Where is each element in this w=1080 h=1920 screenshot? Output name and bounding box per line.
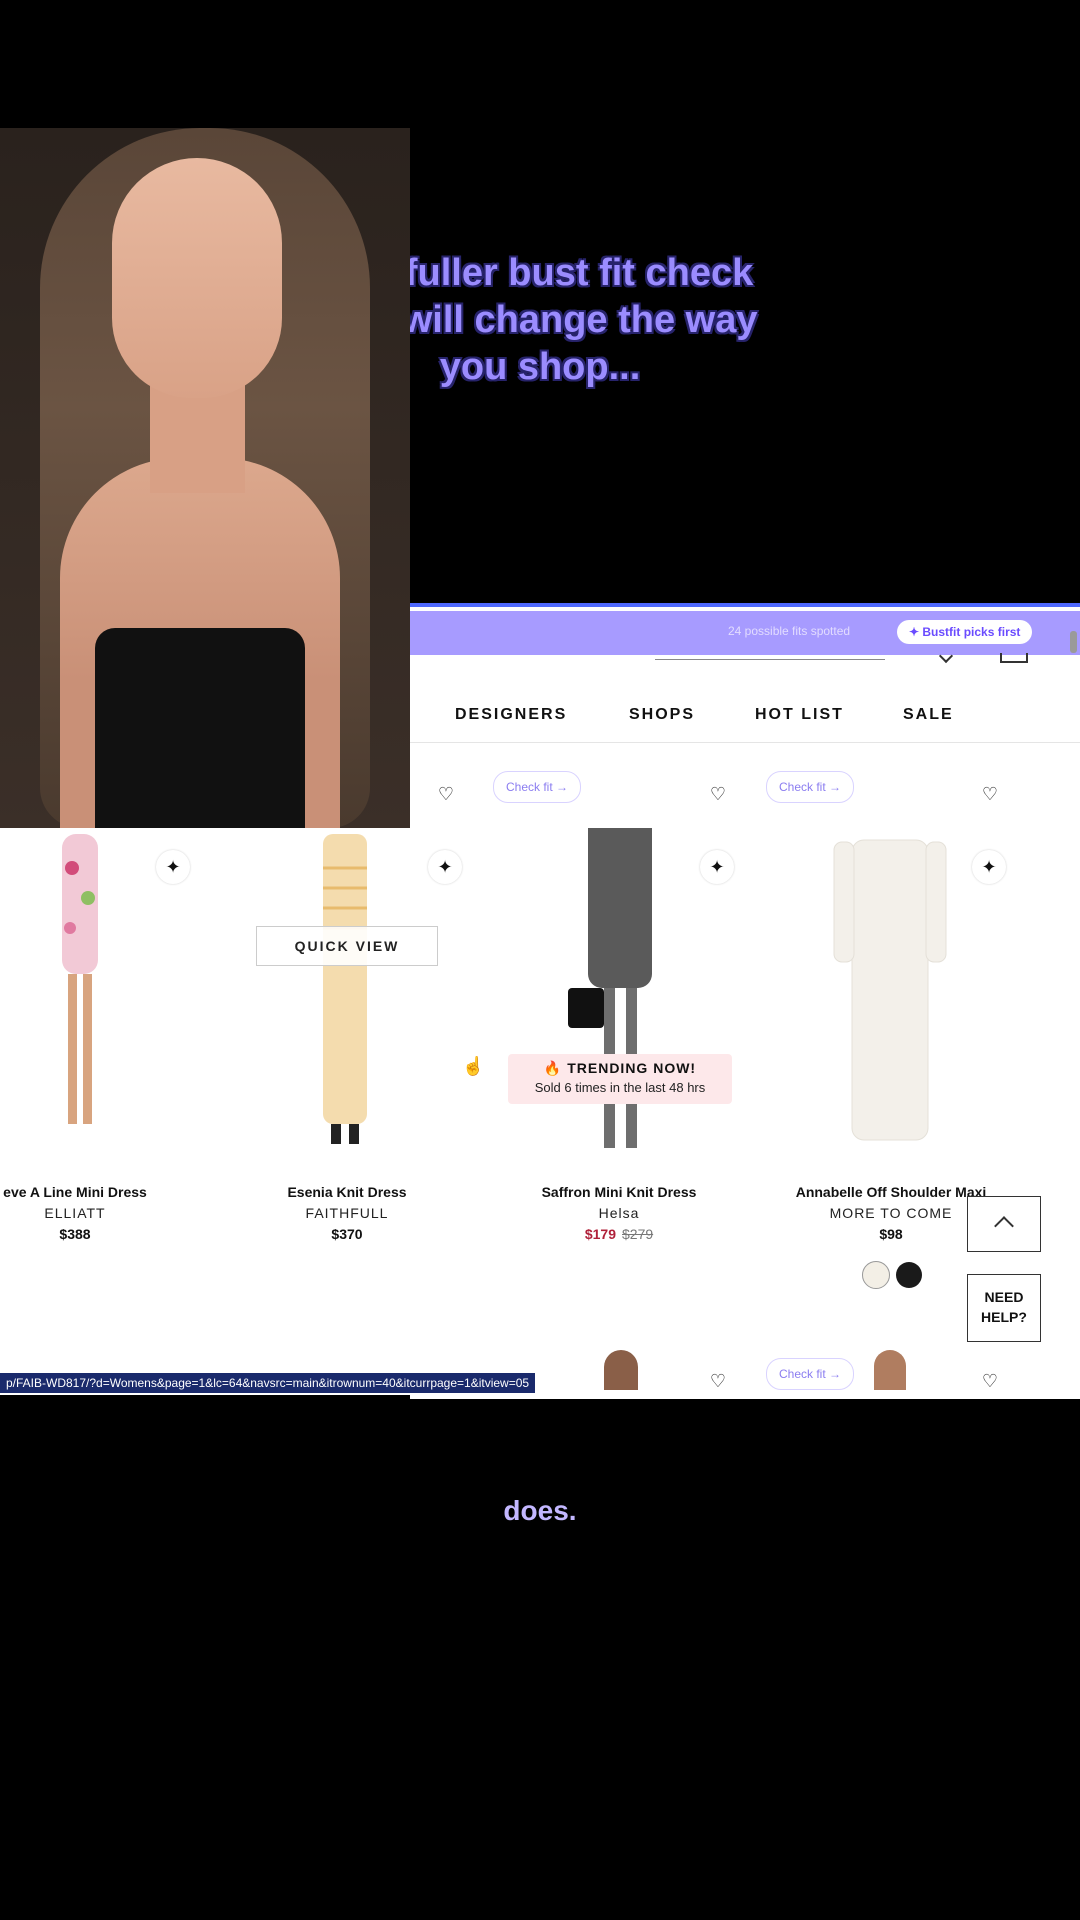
- product-image-2[interactable]: [295, 828, 395, 1163]
- presenter-video: [0, 128, 410, 828]
- wishlist-heart-icon[interactable]: ♡: [435, 783, 457, 805]
- product-brand-1: ELLIATT: [44, 1205, 106, 1221]
- back-to-top-button[interactable]: [967, 1196, 1041, 1252]
- need-help-line-1: NEED: [984, 1289, 1024, 1305]
- product-brand-3: Helsa: [598, 1205, 640, 1221]
- check-fit-button[interactable]: Check fit →: [493, 771, 582, 803]
- nav-hot-list[interactable]: HOT LIST: [755, 706, 844, 724]
- check-fit-button[interactable]: Check fit →: [766, 1358, 855, 1390]
- search-underline: [655, 659, 885, 660]
- nav-shops[interactable]: SHOPS: [629, 706, 695, 724]
- original-price: $279: [622, 1226, 654, 1242]
- wishlist-heart-icon[interactable]: ♡: [979, 783, 1001, 805]
- wishlist-heart-icon[interactable]: ♡: [707, 1370, 729, 1392]
- wishlist-heart-icon[interactable]: ♡: [707, 783, 729, 805]
- product-brand-2: FAITHFULL: [305, 1205, 389, 1221]
- product-name-1[interactable]: eve A Line Mini Dress: [0, 1184, 210, 1200]
- next-row-product-image[interactable]: [604, 1350, 638, 1390]
- product-price-2: $370: [331, 1226, 363, 1242]
- product-name-3[interactable]: Saffron Mini Knit Dress: [484, 1184, 754, 1200]
- bustfit-picks-button[interactable]: ✦ Bustfit picks first: [897, 620, 1033, 644]
- product-image-1[interactable]: [20, 828, 140, 1163]
- wishlist-heart-icon[interactable]: ♡: [979, 1370, 1001, 1392]
- trending-badge: 🔥 TRENDING NOW! Sold 6 times in the last…: [508, 1054, 732, 1104]
- need-help-button[interactable]: NEED HELP?: [967, 1274, 1041, 1342]
- hand-cursor-icon: ☝: [462, 1056, 485, 1076]
- product-image-4[interactable]: [830, 828, 950, 1163]
- next-row-product-image[interactable]: [874, 1350, 906, 1390]
- color-swatch-black[interactable]: [896, 1262, 922, 1288]
- caption-bottom: does.: [503, 1495, 577, 1526]
- color-swatch-ivory[interactable]: [862, 1261, 890, 1289]
- product-price-1: $388: [59, 1226, 91, 1242]
- quick-view-button[interactable]: QUICK VIEW: [256, 926, 438, 966]
- trending-title: 🔥 TRENDING NOW!: [543, 1060, 697, 1076]
- nav-designers[interactable]: DESIGNERS: [455, 706, 567, 724]
- presenter-face: [112, 158, 282, 398]
- product-price-3: $179 $279: [484, 1226, 754, 1242]
- product-grid: ✦ ✦ ✦ ✦ eve A Line Mini Dress ELLIATT $3…: [0, 828, 1080, 1395]
- bag-icon[interactable]: [1000, 653, 1028, 663]
- nav-sale[interactable]: SALE: [903, 706, 954, 724]
- need-help-line-2: HELP?: [981, 1309, 1027, 1325]
- bustfit-extension-bar: 24 possible fits spotted ✦ Bustfit picks…: [410, 611, 1080, 655]
- fits-spotted-count: 24 possible fits spotted: [728, 624, 851, 638]
- ai-sparkle-button-3[interactable]: ✦: [700, 850, 734, 884]
- check-fit-button[interactable]: Check fit →: [766, 771, 855, 803]
- product-image-3[interactable]: [560, 828, 680, 1163]
- ai-sparkle-button-2[interactable]: ✦: [428, 850, 462, 884]
- main-nav: DESIGNERS SHOPS HOT LIST SALE: [410, 692, 1080, 743]
- ai-sparkle-button-1[interactable]: ✦: [156, 850, 190, 884]
- scrollbar-thumb[interactable]: [1070, 631, 1077, 653]
- status-url: p/FAIB-WD817/?d=Womens&page=1&lc=64&navs…: [0, 1373, 536, 1393]
- sale-price: $179: [584, 1226, 616, 1242]
- trending-subtitle: Sold 6 times in the last 48 hrs: [534, 1080, 706, 1095]
- presenter-top: [95, 628, 305, 828]
- ai-sparkle-button-4[interactable]: ✦: [972, 850, 1006, 884]
- product-name-2[interactable]: Esenia Knit Dress: [212, 1184, 482, 1200]
- presenter-neck: [150, 383, 245, 493]
